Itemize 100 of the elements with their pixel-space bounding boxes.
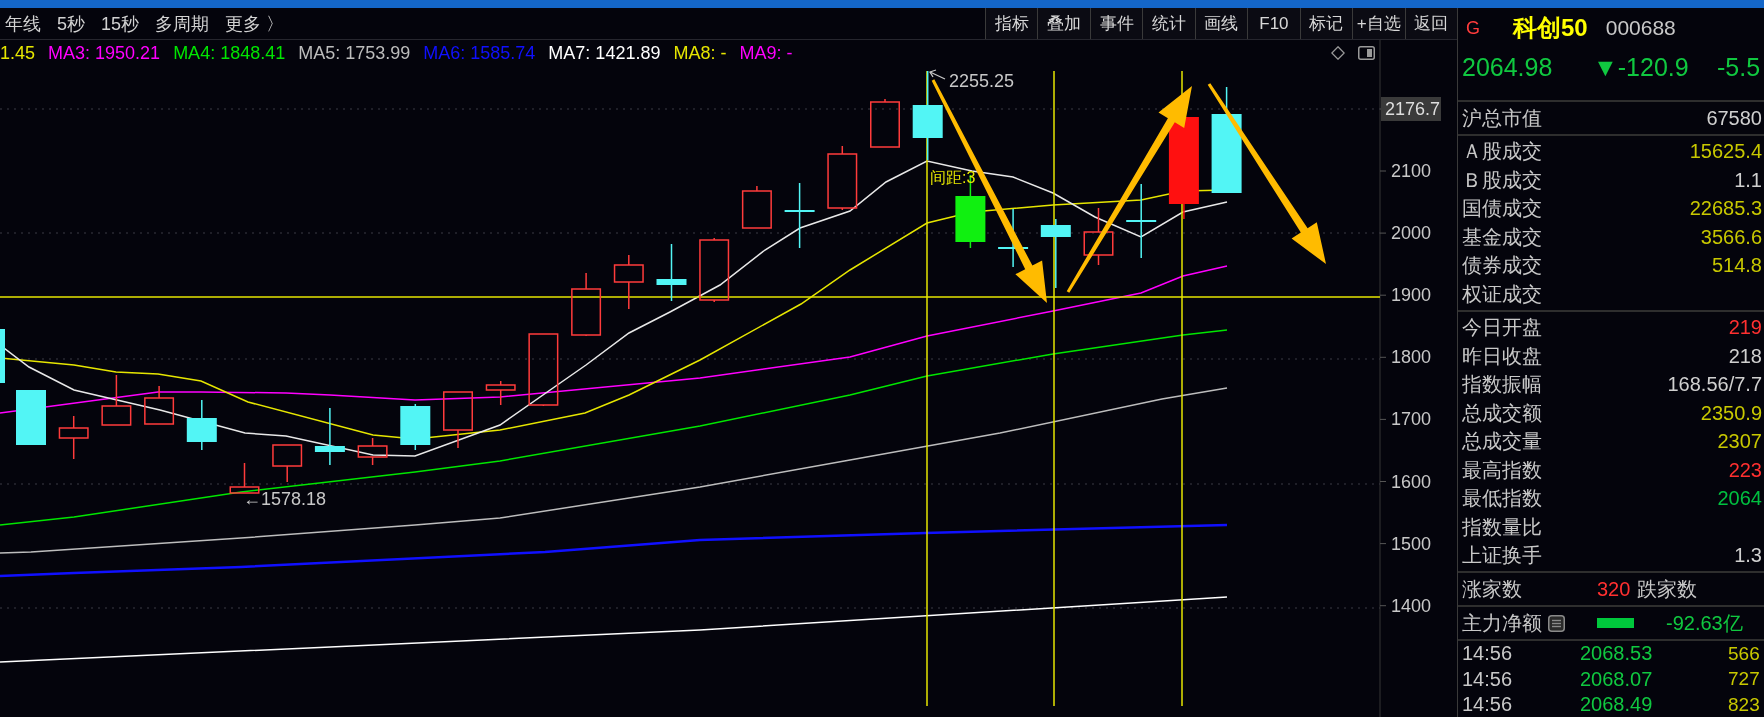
- toolbar-button[interactable]: 事件: [1089, 8, 1143, 39]
- net-flow-label: 主力净额: [1462, 610, 1542, 636]
- candlestick: [58, 415, 89, 460]
- price-axis-label: 1400: [1391, 595, 1432, 616]
- stat-label: 基金成交: [1462, 224, 1542, 250]
- stat-value: 67580: [1706, 106, 1762, 130]
- toolbar-button[interactable]: F10: [1247, 8, 1300, 39]
- candlestick: [443, 391, 473, 449]
- spacing-label: 间距:3: [930, 168, 976, 186]
- stat-value: 1.1: [1734, 168, 1762, 192]
- net-flow-bar: [1597, 618, 1634, 628]
- candlestick: [357, 437, 388, 466]
- period-tab[interactable]: 更多 〉: [225, 12, 285, 35]
- trade-price: 2068.53: [1580, 642, 1654, 666]
- candlestick: [784, 182, 815, 249]
- candlestick: [571, 272, 602, 337]
- price-axis-label: 2100: [1391, 161, 1432, 181]
- current-price-label: 2176.7: [1381, 97, 1441, 121]
- stat-value: 514.8: [1711, 254, 1762, 278]
- candlestick: [699, 237, 730, 303]
- candlestick: [613, 254, 644, 310]
- stat-value: 1.3: [1734, 544, 1762, 568]
- toolbar-button[interactable]: 叠加: [1037, 8, 1090, 39]
- toolbar-button[interactable]: 画线: [1194, 8, 1248, 39]
- stat-value: 2307: [1717, 430, 1762, 454]
- rise-count: 320: [1597, 577, 1631, 601]
- stat-label: 总成交额: [1462, 400, 1542, 426]
- stat-label: Ａ股成交: [1462, 139, 1542, 165]
- price-change: ▼-120.9: [1593, 52, 1690, 82]
- toolbar-button[interactable]: 返回: [1404, 8, 1457, 39]
- price-axis-label: 1900: [1391, 285, 1432, 306]
- diamond-icon[interactable]: [1331, 46, 1345, 60]
- moving-average-value: MA6: 1585.74: [423, 42, 536, 64]
- toolbar-button[interactable]: 标记: [1299, 8, 1353, 39]
- stat-value: 219: [1728, 316, 1762, 340]
- candlestick: [314, 407, 345, 466]
- stat-label: 指数振幅: [1462, 372, 1542, 398]
- stat-value: 2350.9: [1700, 401, 1762, 425]
- trade-price: 2068.49: [1580, 693, 1654, 717]
- period-tab[interactable]: 多周期: [155, 12, 210, 35]
- stat-label: 今日开盘: [1462, 315, 1542, 341]
- stat-label: 总成交量: [1462, 429, 1542, 455]
- stat-label: 沪总市值: [1462, 105, 1542, 131]
- period-tab[interactable]: 5秒: [57, 12, 85, 35]
- net-flow-value: -92.63亿: [1666, 610, 1743, 636]
- candlestick: [741, 185, 772, 229]
- toolbar-button[interactable]: 指标: [985, 8, 1038, 39]
- stat-label: 指数量比: [1462, 514, 1542, 540]
- period-tab[interactable]: 年线: [5, 12, 41, 35]
- stat-label: 上证换手: [1462, 543, 1542, 569]
- candlestick: [870, 98, 900, 148]
- stat-label: 债券成交: [1462, 253, 1542, 279]
- change-percent: -5.5: [1717, 52, 1762, 82]
- candlestick: [101, 374, 132, 426]
- trade-volume: 566: [1728, 642, 1761, 665]
- stat-value: 15625.4: [1689, 140, 1762, 164]
- moving-average-value: MA3: 1950.21: [48, 42, 161, 64]
- stat-value: 2064: [1717, 487, 1762, 511]
- toolbar-button[interactable]: +自选: [1352, 8, 1405, 39]
- price-axis-label: 1500: [1391, 533, 1432, 554]
- low-price-label: ←1578.18: [243, 489, 327, 509]
- moving-average-value: MA8: -: [673, 42, 727, 64]
- index-code: 000688: [1605, 16, 1676, 40]
- stat-value: 223: [1728, 458, 1762, 482]
- price-axis-label: 2000: [1391, 223, 1432, 244]
- stat-label: 昨日收盘: [1462, 343, 1542, 369]
- moving-average-value: MA7: 1421.89: [548, 42, 661, 64]
- index-name: 科创50: [1513, 13, 1588, 43]
- trade-volume: 727: [1728, 668, 1761, 691]
- moving-average-value: MA5: 1753.99: [298, 42, 411, 64]
- candlestick: [272, 444, 303, 483]
- price-axis-label: 1700: [1391, 409, 1432, 430]
- stat-value: 218: [1728, 344, 1762, 368]
- candlestick: [0, 329, 5, 383]
- candlestick: [144, 385, 175, 425]
- list-icon[interactable]: [1548, 614, 1565, 632]
- candlestick: [229, 462, 260, 494]
- period-tab[interactable]: 15秒: [101, 12, 140, 35]
- stat-label: 权证成交: [1462, 281, 1542, 307]
- trade-time: 14:56: [1462, 642, 1514, 666]
- stat-value: 168.56/7.7: [1667, 373, 1762, 397]
- market-letter: G: [1466, 17, 1480, 39]
- moving-average-value: MA9: -: [739, 42, 793, 64]
- moving-average-value: 1.45: [0, 42, 36, 64]
- trade-time: 14:56: [1462, 667, 1514, 691]
- candlestick: [1083, 207, 1114, 266]
- fall-count-label: 跌家数: [1637, 576, 1698, 602]
- candlestick: [656, 243, 687, 302]
- side-panel-icon[interactable]: [1358, 46, 1375, 60]
- stat-label: 国债成交: [1462, 196, 1542, 222]
- high-price-label: 2255.25: [949, 71, 1015, 91]
- trade-price: 2068.07: [1580, 667, 1654, 691]
- toolbar-button[interactable]: 统计: [1142, 8, 1195, 39]
- stat-value: 22685.3: [1689, 197, 1762, 221]
- trade-volume: 823: [1728, 693, 1761, 716]
- stat-label: 最高指数: [1462, 457, 1542, 483]
- moving-average-value: MA4: 1848.41: [173, 42, 286, 64]
- candlestick: [400, 403, 431, 451]
- stat-value: 3566.6: [1700, 225, 1762, 249]
- candlestick: [485, 380, 516, 406]
